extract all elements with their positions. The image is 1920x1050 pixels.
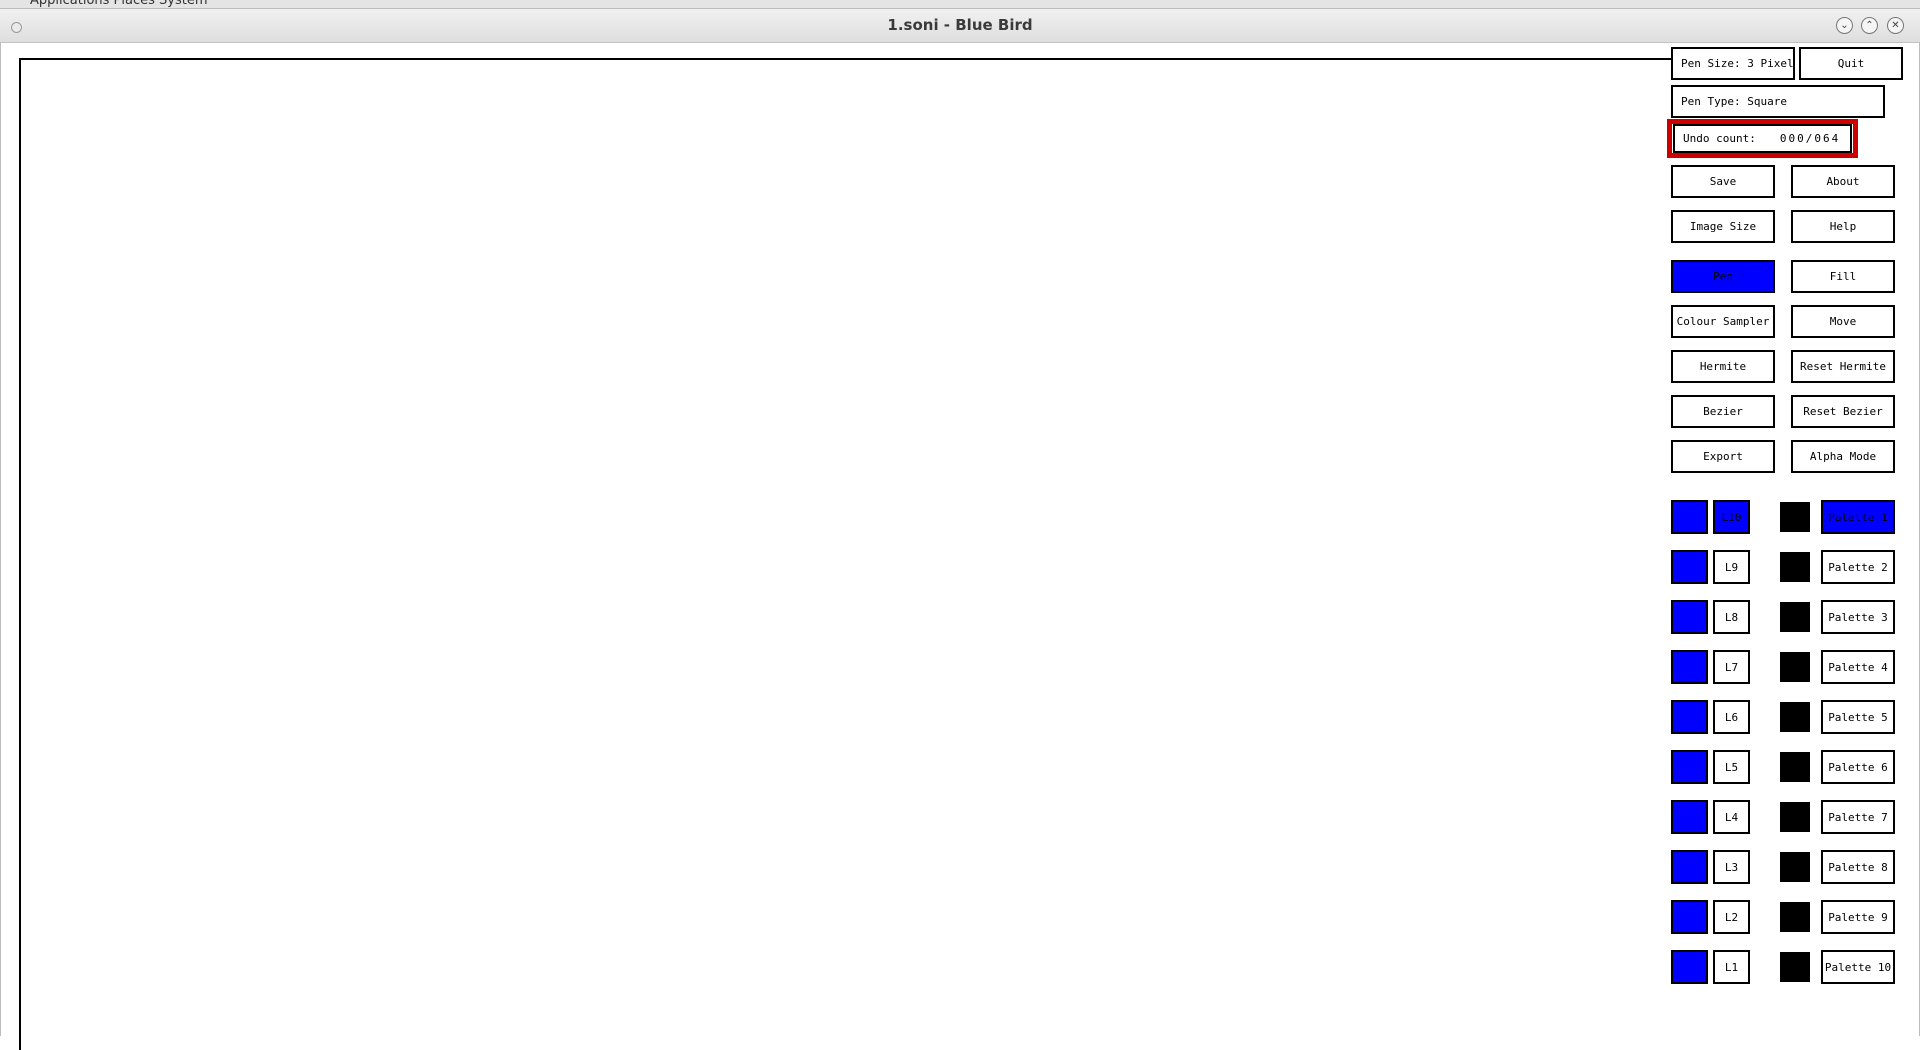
fill-tool-button[interactable]: Fill [1791, 260, 1895, 293]
layer-button-l1[interactable]: L1 [1713, 950, 1750, 984]
palette-button-9[interactable]: Palette 9 [1821, 900, 1895, 934]
maximize-icon[interactable]: ⌃ [1861, 17, 1878, 34]
layer-button-l6[interactable]: L6 [1713, 700, 1750, 734]
quit-button[interactable]: Quit [1799, 47, 1903, 80]
palette-button-3[interactable]: Palette 3 [1821, 600, 1895, 634]
colour-sampler-button[interactable]: Colour Sampler [1671, 305, 1775, 338]
layer-colour-swatch[interactable] [1671, 550, 1708, 584]
layer-button-l3[interactable]: L3 [1713, 850, 1750, 884]
palette-button-6[interactable]: Palette 6 [1821, 750, 1895, 784]
system-top-bar: Applications Places System [0, 0, 1920, 9]
palette-button-5[interactable]: Palette 5 [1821, 700, 1895, 734]
layer-colour-swatch[interactable] [1671, 750, 1708, 784]
layer-colour-swatch[interactable] [1671, 700, 1708, 734]
layer-colour-swatch[interactable] [1671, 600, 1708, 634]
undo-count-value: 000/064 [1779, 132, 1841, 145]
system-menu-text[interactable]: Applications Places System [30, 0, 208, 8]
palette-button-4[interactable]: Palette 4 [1821, 650, 1895, 684]
drawing-canvas[interactable] [19, 58, 1671, 1050]
save-button[interactable]: Save [1671, 165, 1775, 198]
palette-colour-swatch[interactable] [1780, 852, 1810, 882]
pen-type-button[interactable]: Pen Type: Square [1671, 85, 1885, 118]
window-titlebar[interactable]: 1.soni - Blue Bird ⌄ ⌃ ✕ [0, 9, 1920, 43]
layer-button-l2[interactable]: L2 [1713, 900, 1750, 934]
layer-button-l4[interactable]: L4 [1713, 800, 1750, 834]
layer-colour-swatch[interactable] [1671, 900, 1708, 934]
layer-button-l9[interactable]: L9 [1713, 550, 1750, 584]
image-size-button[interactable]: Image Size [1671, 210, 1775, 243]
palette-button-10[interactable]: Palette 10 [1821, 950, 1895, 984]
pen-tool-button[interactable]: Pen [1671, 260, 1775, 293]
pen-size-button[interactable]: Pen Size: 3 Pixel [1671, 47, 1795, 80]
palette-colour-swatch[interactable] [1780, 752, 1810, 782]
palette-colour-swatch[interactable] [1780, 602, 1810, 632]
undo-count-display: Undo count: 000/064 [1673, 124, 1852, 153]
layer-colour-swatch[interactable] [1671, 650, 1708, 684]
palette-colour-swatch[interactable] [1780, 652, 1810, 682]
close-icon[interactable]: ✕ [1887, 17, 1904, 34]
layer-button-l5[interactable]: L5 [1713, 750, 1750, 784]
hermite-button[interactable]: Hermite [1671, 350, 1775, 383]
palette-button-8[interactable]: Palette 8 [1821, 850, 1895, 884]
palette-button-2[interactable]: Palette 2 [1821, 550, 1895, 584]
layer-colour-swatch[interactable] [1671, 950, 1708, 984]
palette-colour-swatch[interactable] [1780, 702, 1810, 732]
palette-colour-swatch[interactable] [1780, 952, 1810, 982]
palette-colour-swatch[interactable] [1780, 902, 1810, 932]
layer-colour-swatch[interactable] [1671, 800, 1708, 834]
layer-button-l10[interactable]: L10 [1713, 500, 1750, 534]
bezier-button[interactable]: Bezier [1671, 395, 1775, 428]
undo-count-label: Undo count: [1683, 132, 1756, 145]
reset-bezier-button[interactable]: Reset Bezier [1791, 395, 1895, 428]
alpha-mode-button[interactable]: Alpha Mode [1791, 440, 1895, 473]
layer-colour-swatch[interactable] [1671, 500, 1708, 534]
help-button[interactable]: Help [1791, 210, 1895, 243]
palette-colour-swatch[interactable] [1780, 502, 1810, 532]
palette-colour-swatch[interactable] [1780, 552, 1810, 582]
export-button[interactable]: Export [1671, 440, 1775, 473]
reset-hermite-button[interactable]: Reset Hermite [1791, 350, 1895, 383]
minimize-icon[interactable]: ⌄ [1836, 17, 1853, 34]
about-button[interactable]: About [1791, 165, 1895, 198]
palette-colour-swatch[interactable] [1780, 802, 1810, 832]
move-tool-button[interactable]: Move [1791, 305, 1895, 338]
window-title: 1.soni - Blue Bird [887, 16, 1033, 34]
layer-colour-swatch[interactable] [1671, 850, 1708, 884]
palette-button-1[interactable]: Palette 1 [1821, 500, 1895, 534]
layer-button-l8[interactable]: L8 [1713, 600, 1750, 634]
layer-button-l7[interactable]: L7 [1713, 650, 1750, 684]
palette-button-7[interactable]: Palette 7 [1821, 800, 1895, 834]
